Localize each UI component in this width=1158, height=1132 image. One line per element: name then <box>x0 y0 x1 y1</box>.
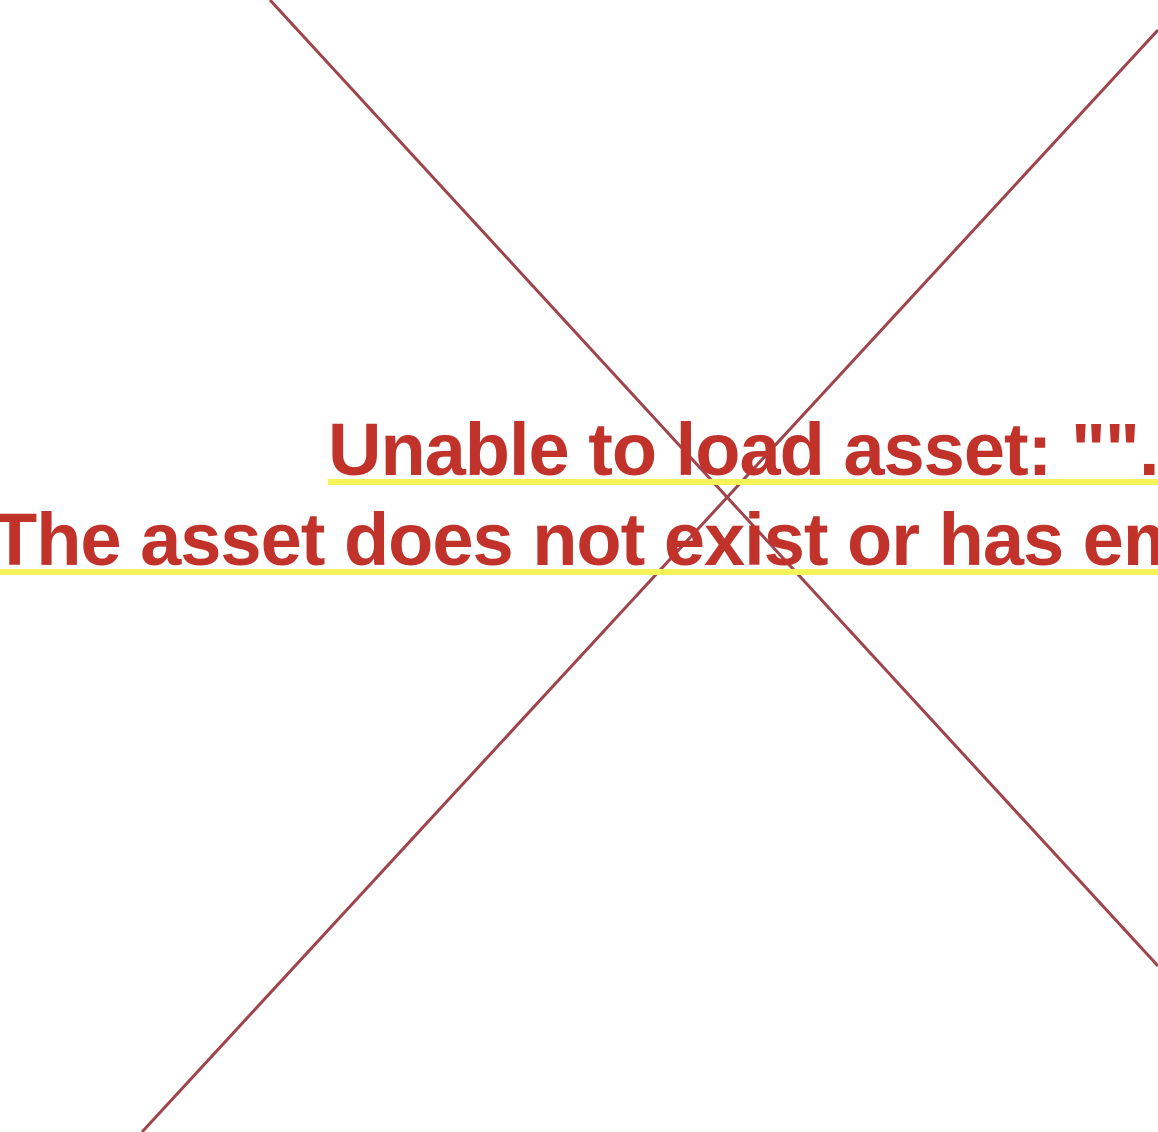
cross-line-ascending <box>140 28 1158 1132</box>
error-message-title: Unable to load asset: "". <box>328 408 1158 491</box>
error-message-detail: The asset does not exist or has em <box>0 498 1158 581</box>
asset-error-placeholder: Unable to load asset: "". The asset does… <box>0 0 1158 1132</box>
